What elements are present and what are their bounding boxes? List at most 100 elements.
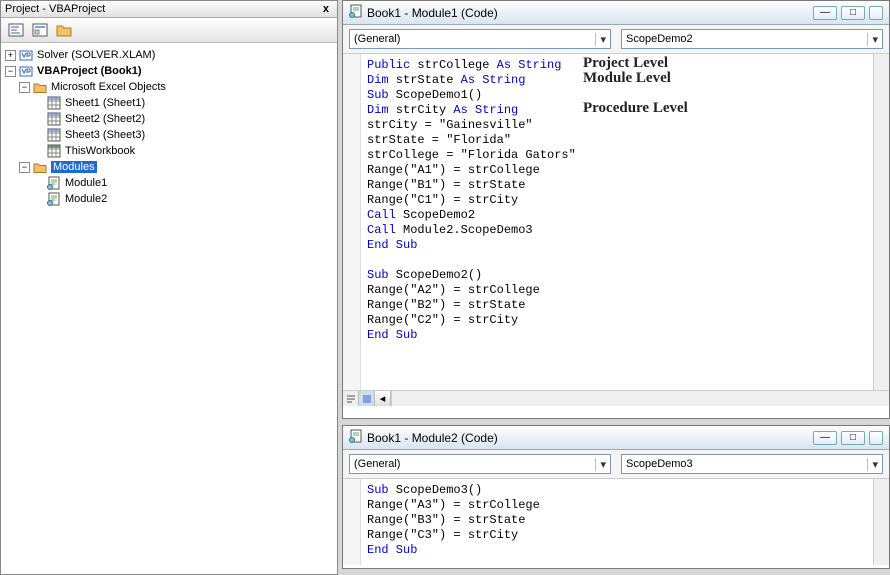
view-code-button[interactable] (5, 20, 27, 40)
tree-node-sheet2[interactable]: Sheet2 (Sheet2) (3, 111, 335, 127)
code-editor[interactable]: Sub ScopeDemo3() Range("A3") = strColleg… (343, 479, 873, 565)
tree-node-thisworkbook[interactable]: ThisWorkbook (3, 143, 335, 159)
code-line: strCollege = "Florida Gators" (367, 148, 873, 163)
toggle-folders-button[interactable] (53, 20, 75, 40)
code-line: strState = "Florida" (367, 133, 873, 148)
code-line: Call ScopeDemo2 (367, 208, 873, 223)
code-line: End Sub (367, 543, 873, 558)
folder-icon (33, 160, 47, 174)
close-button[interactable] (869, 431, 883, 445)
folder-icon (33, 80, 47, 94)
tree-node-sheet3[interactable]: Sheet3 (Sheet3) (3, 127, 335, 143)
worksheet-icon (47, 112, 61, 126)
code-line: Range("C2") = strCity (367, 313, 873, 328)
scroll-left-button[interactable]: ◂ (375, 391, 391, 406)
vba-project-icon (19, 48, 33, 62)
maximize-button[interactable]: □ (841, 431, 865, 445)
workbook-icon (47, 144, 61, 158)
mdi-area: Book1 - Module1 (Code) — □ (General) ▾ S… (338, 0, 890, 575)
close-button[interactable] (869, 6, 883, 20)
dropdown-value: ScopeDemo2 (626, 33, 693, 45)
collapse-icon[interactable]: − (19, 162, 30, 173)
view-object-button[interactable] (29, 20, 51, 40)
chevron-down-icon: ▾ (595, 33, 606, 46)
code-dropdowns: (General) ▾ ScopeDemo2 ▾ (343, 25, 889, 54)
window-title: Book1 - Module2 (Code) (367, 431, 498, 445)
project-explorer-panel: Project - VBAProject x + Solver (SOLVER.… (0, 0, 338, 575)
dropdown-value: ScopeDemo3 (626, 458, 693, 470)
project-panel-title: Project - VBAProject (5, 3, 105, 15)
code-line: Range("B2") = strState (367, 298, 873, 313)
chevron-down-icon: ▾ (867, 458, 878, 471)
module-icon (47, 176, 61, 190)
procedure-dropdown[interactable]: ScopeDemo2 ▾ (621, 29, 883, 49)
chevron-down-icon: ▾ (867, 33, 878, 46)
code-line: Public strCollege As String (367, 58, 873, 73)
module-icon (47, 192, 61, 206)
object-dropdown[interactable]: (General) ▾ (349, 454, 611, 474)
procedure-dropdown[interactable]: ScopeDemo3 ▾ (621, 454, 883, 474)
worksheet-icon (47, 96, 61, 110)
code-line: Range("A1") = strCollege (367, 163, 873, 178)
tree-node-module1[interactable]: Module1 (3, 175, 335, 191)
collapse-icon[interactable]: − (5, 66, 16, 77)
window-titlebar[interactable]: Book1 - Module1 (Code) — □ (343, 1, 889, 25)
code-line (367, 253, 873, 268)
tree-label: Microsoft Excel Objects (51, 81, 166, 93)
code-line: Call Module2.ScopeDemo3 (367, 223, 873, 238)
code-line: Dim strCity As String (367, 103, 873, 118)
tree-node-sheet1[interactable]: Sheet1 (Sheet1) (3, 95, 335, 111)
tree-node-solver[interactable]: + Solver (SOLVER.XLAM) (3, 47, 335, 63)
code-editor[interactable]: Project Level Module Level Procedure Lev… (343, 54, 873, 390)
module-icon (349, 4, 363, 21)
code-line: Range("A3") = strCollege (367, 498, 873, 513)
code-line: Sub ScopeDemo3() (367, 483, 873, 498)
tree-node-excel-objects[interactable]: − Microsoft Excel Objects (3, 79, 335, 95)
vertical-scrollbar[interactable] (873, 479, 889, 565)
tree-label: VBAProject (Book1) (37, 65, 142, 77)
horizontal-scrollbar[interactable] (391, 391, 889, 406)
window-title: Book1 - Module1 (Code) (367, 6, 498, 20)
minimize-button[interactable]: — (813, 431, 837, 445)
module-icon (349, 429, 363, 446)
tree-label: Module2 (65, 193, 107, 205)
chevron-down-icon: ▾ (595, 458, 606, 471)
code-line: Dim strState As String (367, 73, 873, 88)
code-line: Range("C1") = strCity (367, 193, 873, 208)
tree-label: Sheet2 (Sheet2) (65, 113, 145, 125)
tree-node-module2[interactable]: Module2 (3, 191, 335, 207)
project-tree[interactable]: + Solver (SOLVER.XLAM) − VBAProject (Boo… (1, 43, 337, 574)
code-margin (343, 479, 361, 565)
collapse-icon[interactable]: − (19, 82, 30, 93)
code-line: End Sub (367, 328, 873, 343)
full-module-view-button[interactable] (359, 391, 375, 406)
worksheet-icon (47, 128, 61, 142)
maximize-button[interactable]: □ (841, 6, 865, 20)
tree-node-modules[interactable]: − Modules (3, 159, 335, 175)
code-line: Sub ScopeDemo2() (367, 268, 873, 283)
code-line: Sub ScopeDemo1() (367, 88, 873, 103)
object-dropdown[interactable]: (General) ▾ (349, 29, 611, 49)
close-icon[interactable]: x (319, 3, 333, 15)
code-window-module2: Book1 - Module2 (Code) — □ (General) ▾ S… (342, 425, 890, 569)
code-line: Range("A2") = strCollege (367, 283, 873, 298)
code-line: Range("C3") = strCity (367, 528, 873, 543)
code-line: Range("B3") = strState (367, 513, 873, 528)
project-panel-titlebar: Project - VBAProject x (1, 1, 337, 18)
dropdown-value: (General) (354, 33, 400, 45)
vertical-scrollbar[interactable] (873, 54, 889, 390)
window-titlebar[interactable]: Book1 - Module2 (Code) — □ (343, 426, 889, 450)
code-line: strCity = "Gainesville" (367, 118, 873, 133)
minimize-button[interactable]: — (813, 6, 837, 20)
vba-project-icon (19, 64, 33, 78)
expand-icon[interactable]: + (5, 50, 16, 61)
tree-label: Module1 (65, 177, 107, 189)
tree-label: Sheet1 (Sheet1) (65, 97, 145, 109)
code-window-module1: Book1 - Module1 (Code) — □ (General) ▾ S… (342, 0, 890, 419)
tree-label: ThisWorkbook (65, 145, 135, 157)
code-margin (343, 54, 361, 390)
code-dropdowns: (General) ▾ ScopeDemo3 ▾ (343, 450, 889, 479)
code-line: Range("B1") = strState (367, 178, 873, 193)
tree-node-vbaproject[interactable]: − VBAProject (Book1) (3, 63, 335, 79)
procedure-view-button[interactable] (343, 391, 359, 406)
